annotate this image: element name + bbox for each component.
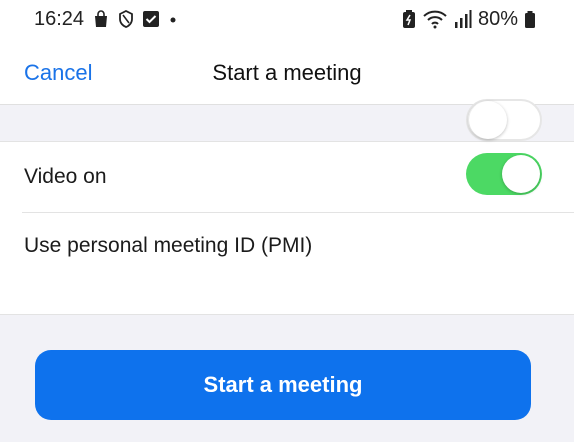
nav-header: Start a meeting Cancel xyxy=(0,40,574,105)
status-bar: 16:24 80% xyxy=(0,0,574,40)
battery-icon xyxy=(524,9,536,29)
status-time: 16:24 xyxy=(34,7,85,30)
pmi-row: Use personal meeting ID (PMI) xyxy=(0,212,574,282)
checkbox-icon xyxy=(142,10,160,28)
video-on-label: Video on xyxy=(24,165,107,188)
wifi-icon xyxy=(422,9,448,29)
pmi-label: Use personal meeting ID (PMI) xyxy=(24,234,313,257)
toggle-knob xyxy=(469,101,507,139)
battery-saver-icon xyxy=(402,9,416,29)
toggle-knob xyxy=(502,155,540,193)
video-on-row: Video on xyxy=(0,142,574,212)
shield-icon xyxy=(118,10,134,28)
pmi-toggle[interactable] xyxy=(466,99,542,141)
status-right: 80% xyxy=(402,6,536,32)
status-left: 16:24 xyxy=(34,6,178,32)
start-meeting-button[interactable]: Start a meeting xyxy=(35,350,531,420)
signal-icon xyxy=(454,9,472,29)
dot-icon xyxy=(168,10,178,28)
cancel-button[interactable]: Cancel xyxy=(24,60,92,86)
shopping-bag-icon xyxy=(92,10,110,28)
video-on-toggle[interactable] xyxy=(466,153,542,195)
battery-percent: 80% xyxy=(477,7,518,30)
meeting-options-group: Video on Use personal meeting ID (PMI) xyxy=(0,141,574,315)
